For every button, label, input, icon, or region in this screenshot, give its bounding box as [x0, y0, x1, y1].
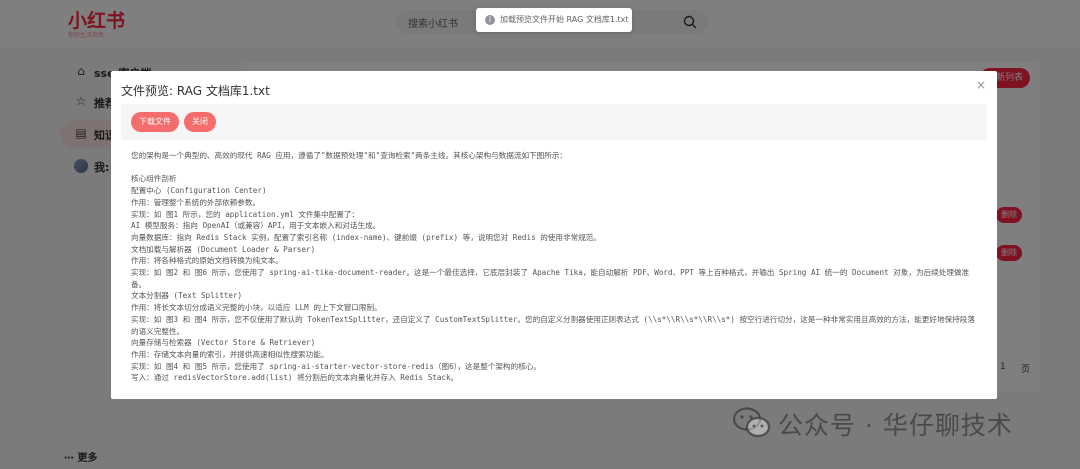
wechat-icon: [732, 407, 771, 438]
file-content: 您的架构是一个典型的、高效的现代 RAG 应用，遵循了"数据预处理"和"查询检索…: [131, 150, 977, 393]
file-preview-dialog: 文件预览: RAG 文档库1.txt × 下载文件 关闭 您的架构是一个典型的、…: [111, 71, 997, 399]
wechat-watermark: 公众号 · 华仔聊技术: [722, 402, 1062, 444]
content-line: 写入：通过 redisVectorStore.add(list) 将分割后的文本…: [131, 373, 459, 383]
content-line: 文档加载与解析器 (Document Loader & Parser): [131, 244, 316, 254]
content-line: 作用：将长文本切分成语义完整的小块，以适应 LLM 的上下文窗口限制。: [131, 303, 382, 313]
close-button[interactable]: 关闭: [184, 112, 216, 132]
content-line: 实现：如 图2 和 图6 所示，您使用了 spring-ai-tika-docu…: [131, 268, 970, 289]
content-line: 配置中心 (Configuration Center): [131, 186, 267, 196]
content-line: AI 模型服务：指向 OpenAI（或兼容）API，用于文本嵌入和对话生成。: [131, 221, 381, 231]
toast-notification: i 加载预览文件开始 RAG 文档库1.txt: [476, 8, 632, 32]
download-file-button[interactable]: 下载文件: [131, 112, 179, 132]
watermark-text: 公众号 · 华仔聊技术: [778, 411, 1013, 440]
content-line: 作用：管理整个系统的外部依赖参数。: [131, 197, 261, 207]
dialog-action-bar: 下载文件 关闭: [121, 104, 987, 140]
content-line: 实现：如 图3 和 图4 所示，您不仅使用了默认的 TokenTextSplit…: [131, 314, 975, 336]
content-line: 向量数据库：指向 Redis Stack 实例，配置了索引名称 (index-n…: [131, 232, 601, 242]
content-line: 核心组件剖析: [131, 174, 177, 184]
content-lines: 核心组件剖析配置中心 (Configuration Center) 作用：管理整个…: [131, 173, 977, 384]
content-line: 实现：如 图4 和 图5 所示，您使用了 spring-ai-starter-v…: [131, 361, 541, 371]
dialog-title: 文件预览: RAG 文档库1.txt: [121, 84, 270, 98]
content-line: 作用：将各种格式的原始文档转换为纯文本。: [131, 256, 283, 266]
content-line: 文本分割器 (Text Splitter): [131, 291, 243, 301]
content-line: 向量存储与检索器 (Vector Store & Retriever): [131, 338, 316, 348]
content-line: 作用：存储文本向量的索引，并提供高速相似性搜索功能。: [131, 349, 329, 359]
toast-message: 加载预览文件开始 RAG 文档库1.txt: [500, 15, 629, 24]
close-icon[interactable]: ×: [975, 79, 987, 91]
info-icon: i: [485, 15, 495, 25]
content-line: 实现：如 图1 所示，您的 application.yml 文件集中配置了：: [131, 209, 360, 219]
content-intro: 您的架构是一个典型的、高效的现代 RAG 应用，遵循了"数据预处理"和"查询检索…: [131, 151, 568, 160]
